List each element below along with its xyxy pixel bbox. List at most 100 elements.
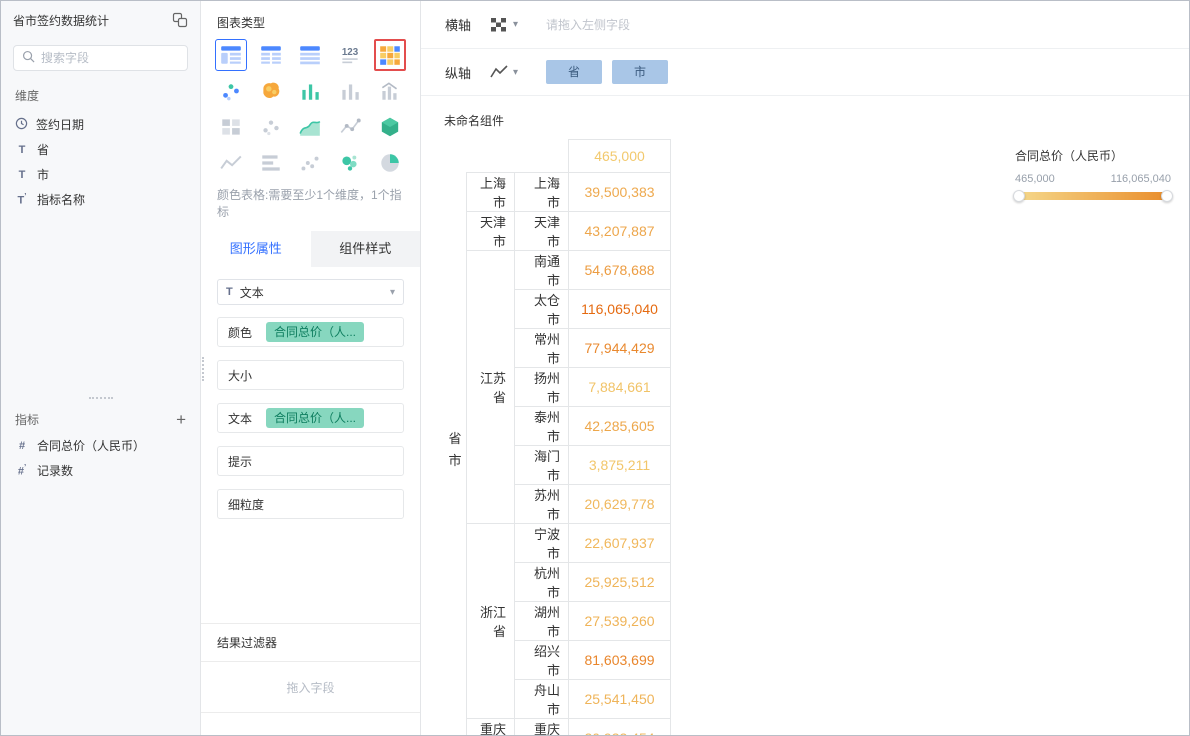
chart-type-color-table[interactable] — [374, 39, 407, 71]
city-cell[interactable]: 太仓市 — [514, 289, 569, 329]
shape-type-value: 文本 — [239, 285, 264, 300]
panel-splitter[interactable] — [202, 357, 204, 381]
value-cell[interactable]: 465,000 — [568, 139, 671, 173]
chart-type-kpi-card[interactable]: 123 — [334, 39, 366, 71]
bi-analysis-window: 省市签约数据统计 维度 签约日期T省T市T’指标名称 指标 + #合同总价（人民… — [0, 0, 1190, 736]
city-cell[interactable]: 扬州市 — [514, 367, 569, 407]
calc-text-field-icon: T’ — [17, 192, 27, 207]
field-label: 省 — [37, 143, 50, 157]
value-cell[interactable]: 25,925,512 — [568, 562, 671, 602]
field-metric-name[interactable]: T’ 指标名称 — [1, 187, 200, 212]
legend-max-handle[interactable] — [1161, 190, 1173, 202]
value-cell[interactable]: 27,539,260 — [568, 601, 671, 641]
property-tooltip[interactable]: 提示 — [217, 446, 404, 476]
shape-type-select[interactable]: T 文本 ▾ — [217, 279, 404, 305]
vaxis-field-pill[interactable]: 市 — [612, 60, 669, 84]
province-cell[interactable]: 浙江省 — [466, 523, 515, 719]
value-cell[interactable]: 81,603,699 — [568, 640, 671, 680]
chart-type-cross-table[interactable] — [255, 39, 287, 71]
chart-type-block[interactable] — [215, 111, 247, 143]
chart-type-point[interactable] — [294, 147, 326, 179]
value-cell[interactable]: 22,607,937 — [568, 523, 671, 563]
city-cell[interactable]: 绍兴市 — [514, 640, 569, 680]
city-cell[interactable]: 上海市 — [514, 172, 569, 212]
value-cell[interactable]: 43,207,887 — [568, 211, 671, 251]
chart-type-bar-stacked[interactable] — [334, 75, 366, 107]
chart-type-filled-map[interactable] — [374, 111, 406, 143]
legend-min-handle[interactable] — [1013, 190, 1025, 202]
tab-graphic-properties[interactable]: 图形属性 — [201, 231, 311, 267]
property-text[interactable]: 文本 合同总价（人... — [217, 403, 404, 433]
value-cell[interactable]: 54,678,688 — [568, 250, 671, 290]
value-cell[interactable]: 3,875,211 — [568, 445, 671, 485]
chart-type-map[interactable] — [255, 75, 287, 107]
field-pill[interactable]: 合同总价（人... — [266, 408, 365, 428]
sidebar-splitter[interactable] — [1, 397, 200, 399]
clock-icon — [15, 117, 28, 133]
value-cell[interactable]: 77,944,429 — [568, 328, 671, 368]
value-cell[interactable]: 42,285,605 — [568, 406, 671, 446]
field-label: 记录数 — [37, 464, 74, 478]
province-cell[interactable]: 天津市 — [466, 211, 515, 251]
city-cell[interactable]: 杭州市 — [514, 562, 569, 602]
property-size[interactable]: 大小 — [217, 360, 404, 390]
value-cell[interactable]: 116,065,040 — [568, 289, 671, 329]
value-cell[interactable]: 39,500,383 — [568, 172, 671, 212]
chart-type-word-cloud[interactable] — [334, 147, 366, 179]
value-cell[interactable]: 20,932,454 — [568, 718, 671, 735]
search-input[interactable] — [41, 51, 179, 65]
property-color[interactable]: 颜色 合同总价（人... — [217, 317, 404, 347]
chart-type-pie[interactable] — [374, 147, 406, 179]
province-cell[interactable]: 重庆市 — [466, 718, 515, 735]
city-cell[interactable]: 泰州市 — [514, 406, 569, 446]
value-cell[interactable]: 25,541,450 — [568, 679, 671, 719]
field-label: 市 — [37, 168, 50, 182]
table-row: 天津市 天津市 43,207,887 — [466, 211, 671, 251]
chart-type-color-scatter[interactable] — [215, 75, 247, 107]
text-field-icon: T — [18, 143, 26, 156]
city-cell[interactable]: 常州市 — [514, 328, 569, 368]
chart-type-scatter[interactable] — [255, 111, 287, 143]
city-cell[interactable]: 宁波市 — [514, 523, 569, 563]
legend-min: 465,000 — [1015, 173, 1055, 185]
value-cell[interactable]: 7,884,661 — [568, 367, 671, 407]
chart-type-combo[interactable] — [374, 75, 406, 107]
chart-type-grouping-table[interactable] — [214, 39, 247, 71]
field-record-count[interactable]: #’ 记录数 — [1, 458, 200, 483]
province-cell[interactable]: 江苏省 — [466, 250, 515, 524]
city-cell[interactable]: 舟山市 — [514, 679, 569, 719]
field-pill[interactable]: 合同总价（人... — [266, 322, 365, 342]
filter-dropzone[interactable]: 拖入字段 — [201, 661, 420, 713]
field-contract-total[interactable]: # 合同总价（人民币） — [1, 433, 200, 458]
tab-component-style[interactable]: 组件样式 — [310, 231, 420, 267]
result-filter-section: 结果过滤器 拖入字段 — [201, 623, 420, 735]
chart-type-bar-horizontal[interactable] — [255, 147, 287, 179]
chevron-down-icon: ▾ — [513, 66, 519, 78]
chart-type-dot-line[interactable] — [334, 111, 366, 143]
switch-dataset-icon[interactable] — [172, 12, 188, 28]
field-sidebar: 省市签约数据统计 维度 签约日期T省T市T’指标名称 指标 + #合同总价（人民… — [1, 1, 201, 735]
chart-type-line[interactable] — [215, 147, 247, 179]
add-measure-button[interactable]: + — [176, 411, 186, 428]
property-granularity[interactable]: 细粒度 — [217, 489, 404, 519]
field-province[interactable]: T省 — [1, 137, 200, 162]
chart-type-detail-table[interactable] — [294, 39, 326, 71]
value-cell[interactable]: 20,629,778 — [568, 484, 671, 524]
haxis-chart-switch[interactable]: ▾ — [485, 13, 522, 37]
haxis-placeholder: 请拖入左侧字段 — [546, 18, 631, 32]
city-cell[interactable]: 天津市 — [514, 211, 569, 251]
field-sign-date[interactable]: 签约日期 — [1, 112, 200, 137]
city-cell[interactable]: 重庆市 — [514, 718, 569, 735]
blank-cell — [466, 139, 569, 173]
city-cell[interactable]: 海门市 — [514, 445, 569, 485]
vaxis-chart-switch[interactable]: ▾ — [485, 61, 522, 83]
field-city[interactable]: T市 — [1, 162, 200, 187]
search-field[interactable] — [13, 45, 188, 71]
city-cell[interactable]: 南通市 — [514, 250, 569, 290]
city-cell[interactable]: 苏州市 — [514, 484, 569, 524]
city-cell[interactable]: 湖州市 — [514, 601, 569, 641]
chart-type-area[interactable] — [294, 111, 326, 143]
province-cell[interactable]: 上海市 — [466, 172, 515, 212]
chart-type-bar[interactable] — [294, 75, 326, 107]
vaxis-field-pill[interactable]: 省 — [546, 60, 603, 84]
